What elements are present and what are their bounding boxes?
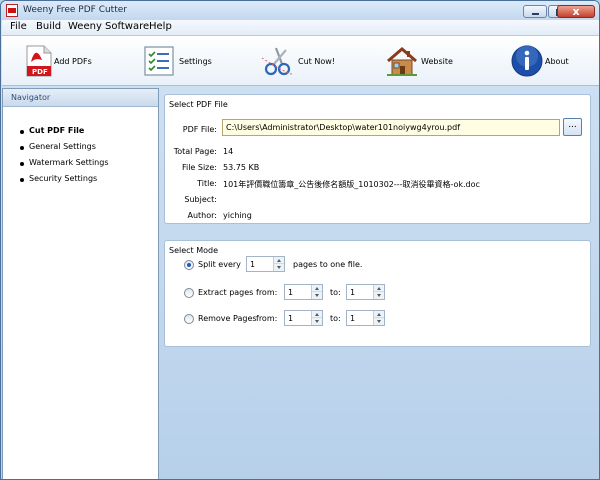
select-mode-title: Select Mode [169, 246, 219, 255]
navigator-panel: Navigator Cut PDF File General Settings … [2, 88, 159, 479]
menu-file[interactable]: File [10, 21, 27, 32]
nav-item-security-settings[interactable]: Security Settings [19, 173, 108, 189]
split-suffix-label: pages to one file. [293, 260, 363, 269]
total-page-label: Total Page: [173, 147, 217, 156]
author-value: yiching [223, 211, 252, 220]
remove-to-spin [373, 311, 384, 325]
split-pages-stepper[interactable]: 1 [246, 256, 285, 272]
toolbar: PDF Add PDFs Settings Cut Now! Website A… [2, 36, 599, 86]
cut-now-label: Cut Now! [298, 57, 335, 66]
nav-item-cut-pdf-file[interactable]: Cut PDF File [19, 125, 108, 141]
file-size-value: 53.75 KB [223, 163, 260, 172]
extract-to-value: 1 [350, 288, 356, 297]
select-pdf-group: Select PDF File PDF File: ... Total Page… [164, 94, 591, 224]
remove-to-value: 1 [350, 314, 356, 323]
extract-from-spin [311, 285, 322, 299]
split-label: Split every [198, 260, 241, 269]
remove-to-label: to: [330, 314, 341, 323]
website-button[interactable]: Website [385, 44, 465, 78]
menu-help[interactable]: Help [149, 21, 172, 32]
remove-from-stepper[interactable]: 1 [284, 310, 323, 326]
settings-button[interactable]: Settings [142, 44, 222, 78]
window-title: Weeny Free PDF Cutter [23, 5, 127, 15]
spin-down-icon[interactable] [312, 292, 322, 299]
spin-down-icon[interactable] [374, 318, 384, 325]
spin-down-icon[interactable] [274, 264, 284, 271]
minimize-icon [532, 13, 539, 15]
split-pages-value: 1 [250, 260, 256, 269]
title-bar: Weeny Free PDF Cutter x [1, 1, 599, 20]
svg-text:PDF: PDF [32, 68, 48, 76]
checklist-icon [144, 46, 174, 76]
about-button[interactable]: About [510, 44, 590, 78]
subject-label: Subject: [184, 195, 217, 204]
menu-weeny-software[interactable]: Weeny Software [68, 21, 149, 32]
extract-from-stepper[interactable]: 1 [284, 284, 323, 300]
spin-up-icon[interactable] [374, 311, 384, 318]
doc-title-value: 101年評價職位籌章_公告後修名額版_1010302---取消役畢資格-ok.d… [223, 180, 480, 189]
split-radio[interactable] [184, 260, 194, 270]
remove-from-value: 1 [288, 314, 294, 323]
pdf-file-input[interactable] [222, 119, 560, 136]
total-page-value: 14 [223, 147, 234, 156]
author-label: Author: [187, 211, 218, 220]
menu-build[interactable]: Build [36, 21, 61, 32]
doc-title-label: Title: [197, 179, 217, 188]
spin-down-icon[interactable] [312, 318, 322, 325]
browse-button[interactable]: ... [563, 118, 582, 136]
navigator-list: Cut PDF File General Settings Watermark … [19, 125, 108, 189]
pdf-app-icon [6, 4, 18, 17]
remove-label: Remove Pages [198, 314, 257, 323]
menu-bar: File Build Weeny Software Help [2, 20, 599, 36]
remove-radio[interactable] [184, 314, 194, 324]
close-icon: x [572, 5, 580, 18]
cut-now-button[interactable]: Cut Now! [260, 44, 340, 78]
spin-up-icon[interactable] [312, 285, 322, 292]
add-pdf-icon: PDF [26, 45, 52, 77]
nav-item-general-settings[interactable]: General Settings [19, 141, 108, 157]
app-window: Weeny Free PDF Cutter x File Build Weeny… [0, 0, 600, 480]
extract-to-label: to: [330, 288, 341, 297]
main-panel: Select PDF File PDF File: ... Total Page… [160, 88, 599, 479]
select-pdf-title: Select PDF File [169, 100, 228, 109]
extract-to-stepper[interactable]: 1 [346, 284, 385, 300]
navigator-title: Navigator [11, 93, 51, 102]
spin-up-icon[interactable] [374, 285, 384, 292]
extract-radio[interactable] [184, 288, 194, 298]
split-pages-spin [273, 257, 284, 271]
spin-up-icon[interactable] [274, 257, 284, 264]
nav-item-watermark-settings[interactable]: Watermark Settings [19, 157, 108, 173]
select-mode-group: Select Mode Split every 1 pages to one f… [164, 240, 591, 347]
info-icon [511, 45, 543, 77]
minimize-button[interactable] [523, 5, 547, 18]
close-button[interactable]: x [557, 5, 595, 18]
website-label: Website [421, 57, 453, 66]
remove-to-stepper[interactable]: 1 [346, 310, 385, 326]
extract-label: Extract pages [198, 288, 254, 297]
about-label: About [545, 57, 569, 66]
pdf-file-label: PDF File: [182, 125, 217, 134]
extract-from-label: from: [256, 288, 278, 297]
scissors-icon [261, 47, 293, 76]
extract-to-spin [373, 285, 384, 299]
remove-from-spin [311, 311, 322, 325]
settings-label: Settings [179, 57, 212, 66]
house-icon [387, 47, 417, 76]
spin-down-icon[interactable] [374, 292, 384, 299]
add-pdfs-button[interactable]: PDF Add PDFs [22, 44, 102, 78]
navigator-header: Navigator [3, 89, 158, 107]
add-pdfs-label: Add PDFs [54, 57, 92, 66]
spin-up-icon[interactable] [312, 311, 322, 318]
remove-from-label: from: [256, 314, 278, 323]
file-size-label: File Size: [181, 163, 217, 172]
extract-from-value: 1 [288, 288, 294, 297]
